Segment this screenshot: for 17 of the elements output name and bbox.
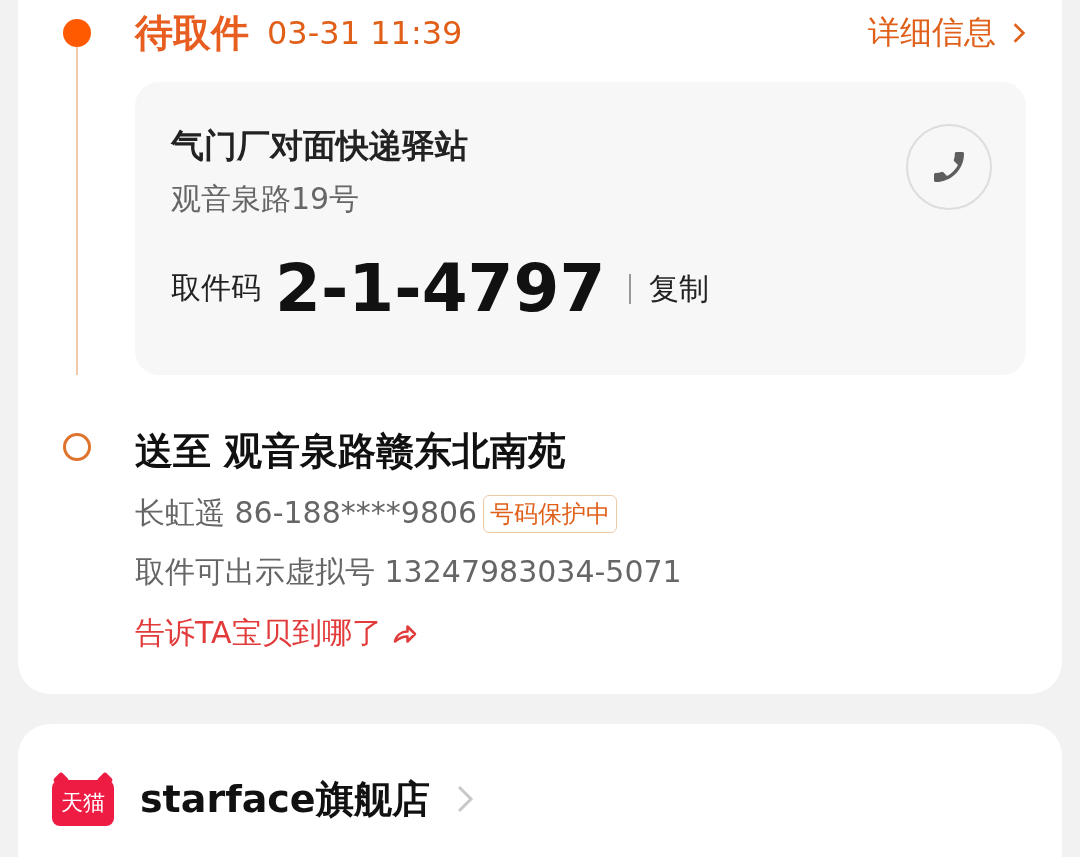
chevron-icon <box>1012 22 1026 44</box>
station-address: 观音泉路19号 <box>171 180 361 218</box>
details-link[interactable]: 详细信息 <box>868 11 1026 55</box>
code-label: 取件码 <box>171 269 261 307</box>
store-link[interactable]: starface旗舰店 <box>140 773 430 825</box>
share-link[interactable]: 告诉TA宝贝到哪了 <box>135 613 1026 654</box>
virtual-number: 取件可出示虚拟号 13247983034-5071 <box>135 553 683 591</box>
status-time: 03-31 11:39 <box>267 14 463 52</box>
status-title: 待取件 <box>135 9 249 57</box>
chevron-icon <box>455 784 474 814</box>
station-name: 气门厂对面快递驿站 <box>171 125 468 167</box>
recipient-text: 长虹遥 86-188****9806 <box>135 494 478 532</box>
copy-button[interactable]: 复制 <box>629 273 710 304</box>
store-logo: 天猫 <box>52 772 114 826</box>
delivery-address: 送至 观音泉路赣东北南苑 <box>135 428 568 475</box>
privacy-badge: 号码保护中 <box>483 494 618 533</box>
pickup-code: 2-1-4797 <box>275 250 606 327</box>
